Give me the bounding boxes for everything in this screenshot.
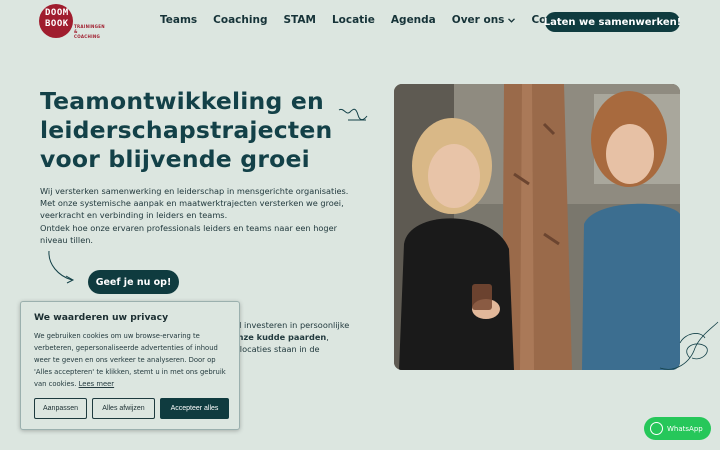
curved-arrow-icon: [48, 250, 75, 284]
partial-bold-text[interactable]: onze kudde paarden: [232, 332, 326, 342]
hero-title-line: voor blijvende groei: [40, 145, 310, 173]
whatsapp-button[interactable]: WhatsApp: [644, 417, 711, 440]
hero-paragraph: Ontdek hoe onze ervaren professionals le…: [40, 222, 338, 245]
main-nav: Teams Coaching STAM Locatie Agenda Over …: [160, 14, 593, 26]
hero-title: Teamontwikkeling en leiderschapstrajecte…: [40, 87, 370, 174]
cookie-banner: We waarderen uw privacy We gebruiken coo…: [20, 301, 240, 430]
partial-line: n locaties staan in de: [232, 344, 320, 355]
nav-item-coaching[interactable]: Coaching: [213, 14, 267, 26]
accept-all-button[interactable]: Accepteer alles: [160, 398, 229, 419]
hero-title-line: leiderschapstrajecten: [40, 116, 333, 144]
nav-item-stam[interactable]: STAM: [283, 14, 315, 26]
nav-item-teams[interactable]: Teams: [160, 14, 197, 26]
cookie-title: We waarderen uw privacy: [34, 312, 169, 323]
hero-paragraph: Wij versterken samenwerking en leidersch…: [40, 186, 349, 221]
squiggle-decoration-icon: [338, 108, 368, 121]
customize-button[interactable]: Aanpassen: [34, 398, 87, 419]
chevron-down-icon: [508, 16, 516, 25]
hero-description: Wij versterken samenwerking en leidersch…: [40, 185, 358, 246]
nav-item-over-ons-label: Over ons: [451, 14, 505, 26]
partial-paragraph: vil investeren in persoonlijke onze kudd…: [232, 319, 362, 356]
read-more-link[interactable]: Lees meer: [79, 380, 115, 388]
whatsapp-icon: [650, 422, 663, 435]
nav-item-agenda[interactable]: Agenda: [391, 14, 436, 26]
partial-punct: ,: [326, 332, 329, 343]
logo-line-1: DOOM: [45, 8, 69, 18]
logo-subtitle: TRAININGEN & COACHING: [74, 24, 105, 39]
whatsapp-label: WhatsApp: [667, 424, 703, 433]
reject-all-button[interactable]: Alles afwijzen: [92, 398, 155, 419]
collaborate-button[interactable]: Laten we samenwerken!: [544, 12, 681, 32]
hero-title-line: Teamontwikkeling en: [40, 87, 324, 115]
doodle-decoration-icon: [659, 321, 719, 370]
cookie-description: We gebruiken cookies om uw browse-ervari…: [34, 332, 226, 388]
signup-button[interactable]: Geef je nu op!: [88, 270, 179, 294]
partial-line: onze kudde paarden,: [232, 331, 362, 343]
partial-line: vil investeren in persoonlijke: [232, 320, 350, 330]
cookie-buttons: Aanpassen Alles afwijzen Accepteer alles: [34, 398, 234, 419]
nav-item-locatie[interactable]: Locatie: [332, 14, 375, 26]
hero-photo: [394, 84, 680, 370]
cookie-text: We gebruiken cookies om uw browse-ervari…: [34, 330, 226, 390]
nav-item-over-ons[interactable]: Over ons: [452, 14, 516, 26]
